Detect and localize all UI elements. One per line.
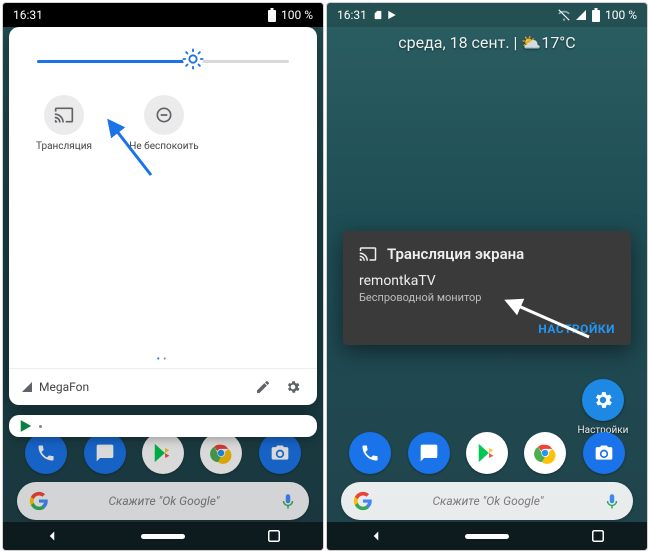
- phone-app-icon[interactable]: [25, 432, 67, 474]
- signal-icon: [21, 381, 33, 393]
- chrome-app-icon[interactable]: [200, 432, 242, 474]
- cast-dialog-title: Трансляция экрана: [387, 245, 524, 263]
- android-navbar: [327, 522, 647, 550]
- google-logo-icon: [353, 491, 373, 511]
- google-search-bar[interactable]: Скажите "Ok Google": [17, 482, 309, 520]
- home-button[interactable]: [465, 534, 509, 539]
- home-date-weather[interactable]: среда, 18 сент. | ⛅17°C: [327, 33, 647, 52]
- cast-device-subtitle: Беспроводной монитор: [359, 291, 615, 304]
- camera-app-icon[interactable]: [583, 432, 625, 474]
- brightness-slider[interactable]: [19, 41, 307, 81]
- play-store-status-icon: [387, 9, 397, 21]
- sd-icon: [373, 9, 383, 21]
- status-bar: 16:31 100 %: [3, 3, 323, 27]
- status-bar: 16:31 100 %: [327, 3, 647, 27]
- chrome-app-icon[interactable]: [524, 432, 566, 474]
- qs-tile-dnd[interactable]: Не беспокоить: [129, 95, 199, 152]
- settings-shortcut[interactable]: Настройки: [577, 379, 629, 436]
- battery-text: 100 %: [605, 8, 637, 22]
- status-time: 16:31: [337, 8, 367, 22]
- mic-icon[interactable]: [279, 492, 297, 510]
- google-logo-icon: [29, 491, 49, 511]
- gear-icon: [285, 379, 301, 395]
- carrier-label: MegaFon: [21, 380, 89, 394]
- android-navbar: [3, 522, 323, 550]
- brightness-thumb-icon[interactable]: [182, 48, 204, 74]
- cast-device-item[interactable]: remontkaTV Беспроводной монитор: [359, 273, 615, 304]
- battery-icon: [591, 8, 601, 22]
- cast-settings-link[interactable]: НАСТРОЙКИ: [538, 322, 615, 336]
- battery-text: 100 %: [281, 8, 313, 22]
- qs-tile-label: Не беспокоить: [129, 141, 198, 152]
- back-button[interactable]: [367, 527, 385, 545]
- dnd-icon: [154, 105, 174, 125]
- qs-tile-cast[interactable]: Трансляция: [29, 95, 99, 152]
- pencil-icon: [255, 379, 271, 395]
- edit-button[interactable]: [251, 375, 275, 399]
- camera-app-icon[interactable]: [259, 432, 301, 474]
- qs-page-indicator: ••: [9, 354, 317, 365]
- signal-icon: [575, 9, 587, 21]
- play-store-app-icon[interactable]: [142, 432, 184, 474]
- qs-tile-label: Трансляция: [36, 141, 92, 152]
- messages-app-icon[interactable]: [408, 432, 450, 474]
- cast-device-name: remontkaTV: [359, 273, 615, 289]
- battery-icon: [267, 8, 277, 22]
- cast-icon: [359, 245, 377, 263]
- play-store-app-icon[interactable]: [466, 432, 508, 474]
- search-hint: Скажите "Ok Google": [383, 494, 593, 508]
- play-store-notif-icon: [19, 419, 33, 433]
- phone-app-icon[interactable]: [349, 432, 391, 474]
- mic-icon[interactable]: [603, 492, 621, 510]
- cast-dialog: Трансляция экрана remontkaTV Беспроводно…: [343, 231, 631, 345]
- quick-settings-panel: Трансляция Не беспокоить •• MegaFon: [9, 27, 317, 405]
- wifi-off-icon: [557, 8, 571, 22]
- messages-app-icon[interactable]: [84, 432, 126, 474]
- google-search-bar[interactable]: Скажите "Ok Google": [341, 482, 633, 520]
- overview-button[interactable]: [265, 527, 283, 545]
- phone-left: Скажите "Ok Google" 16:31 100 %: [2, 2, 324, 551]
- phone-right: 16:31 100 % среда, 18 сент. | ⛅17°C Тран…: [326, 2, 648, 551]
- cast-icon: [54, 105, 74, 125]
- settings-button[interactable]: [281, 375, 305, 399]
- search-hint: Скажите "Ok Google": [59, 494, 269, 508]
- gear-icon: [592, 389, 614, 411]
- notification-collapsed[interactable]: [9, 415, 317, 437]
- favorites-row: [327, 432, 647, 474]
- back-button[interactable]: [43, 527, 61, 545]
- overview-button[interactable]: [589, 527, 607, 545]
- home-button[interactable]: [141, 534, 185, 539]
- favorites-row: [3, 432, 323, 474]
- status-time: 16:31: [13, 8, 43, 22]
